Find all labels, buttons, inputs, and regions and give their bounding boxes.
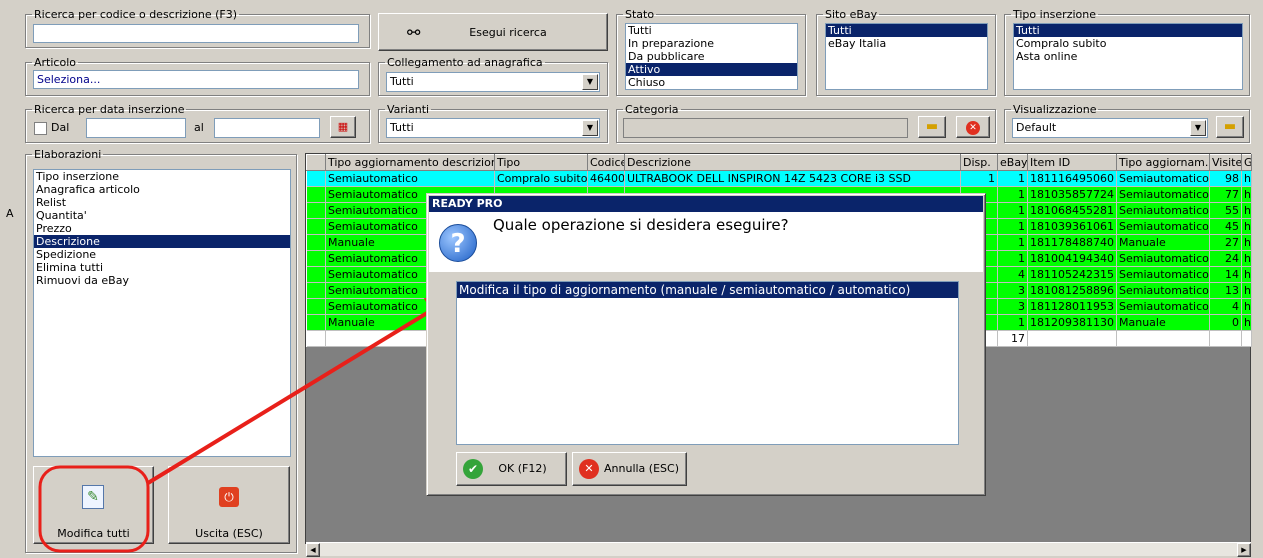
options-list[interactable]: Modifica il tipo di aggiornamento (manua… <box>456 281 959 445</box>
cancel-label: Annulla (ESC) <box>604 462 679 475</box>
option-item[interactable]: Modifica il tipo di aggiornamento (manua… <box>457 282 958 299</box>
operation-dialog: READY PRO ? Quale operazione si desidera… <box>426 193 986 496</box>
dialog-question: Quale operazione si desidera eseguire? <box>493 216 789 234</box>
question-icon: ? <box>439 224 477 262</box>
ok-button[interactable]: ✔ OK (F12) <box>456 452 567 486</box>
annotation-arrow <box>146 308 434 485</box>
check-icon: ✔ <box>463 459 483 479</box>
ok-label: OK (F12) <box>498 462 547 475</box>
annotation-circle <box>38 465 150 553</box>
cancel-button[interactable]: ✕ Annulla (ESC) <box>572 452 687 486</box>
dialog-title: READY PRO <box>429 196 983 212</box>
cancel-icon: ✕ <box>579 459 599 479</box>
